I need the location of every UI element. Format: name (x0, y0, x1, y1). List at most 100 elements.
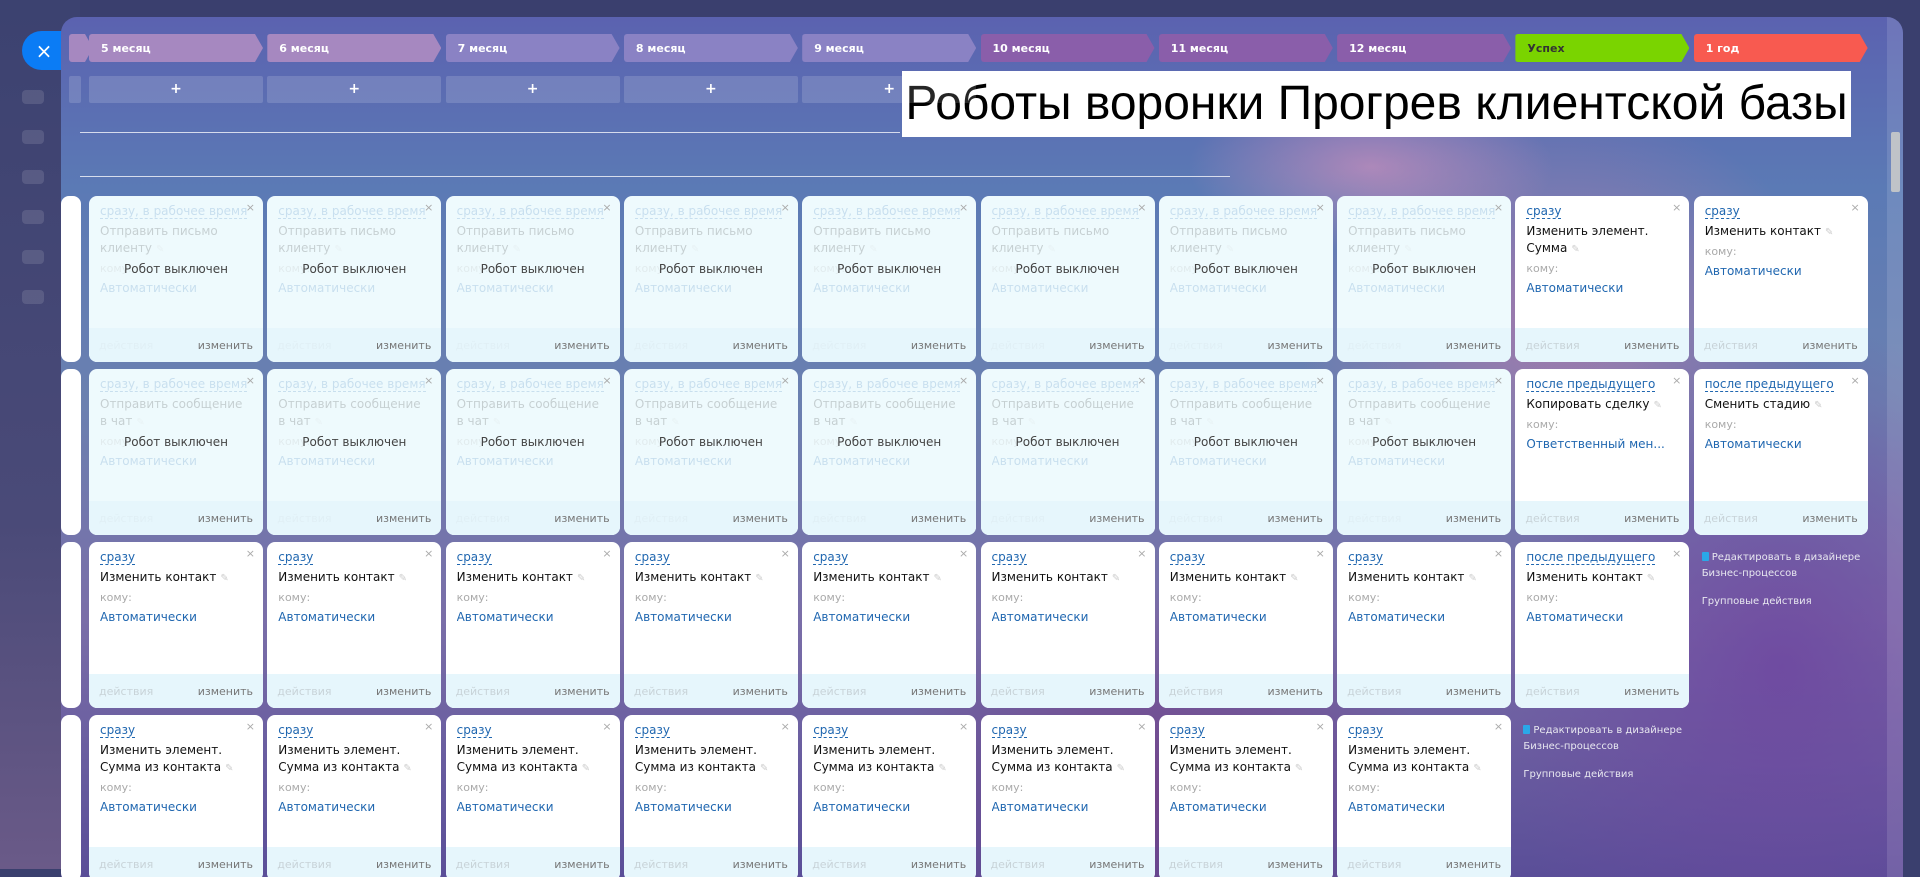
robot-actions-link[interactable]: действия (1169, 512, 1223, 525)
delete-robot-icon[interactable]: × (1494, 720, 1503, 733)
robot-edit-link[interactable]: изменить (1446, 512, 1501, 525)
robot-delay-link[interactable]: сразу, в рабочее время (991, 377, 1139, 392)
delete-robot-icon[interactable]: × (602, 720, 611, 733)
pencil-icon[interactable]: ✎ (1647, 573, 1655, 584)
robot-delay-link[interactable]: сразу (1169, 723, 1205, 738)
delete-robot-icon[interactable]: × (602, 201, 611, 214)
robot-delay-link[interactable]: сразу, в рабочее время (278, 377, 426, 392)
robot-delay-link[interactable]: сразу, в рабочее время (1348, 204, 1496, 219)
robot-card[interactable]: сразу Изменить элемент. Сумма из контакта… (267, 715, 442, 877)
add-robot-button[interactable]: + (89, 76, 263, 103)
robot-delay-link[interactable]: сразу (813, 723, 849, 738)
add-robot-partial[interactable] (69, 76, 81, 103)
robot-to-value[interactable]: Автоматически (278, 454, 430, 468)
robot-edit-link[interactable]: изменить (1624, 512, 1679, 525)
robot-actions-link[interactable]: действия (991, 512, 1045, 525)
robot-actions-link[interactable]: действия (456, 685, 510, 698)
robot-to-value[interactable]: Автоматически (457, 800, 609, 814)
pencil-icon[interactable]: ✎ (1814, 400, 1822, 411)
robot-card-disabled[interactable]: сразу, в рабочее время Отправить письмо к… (1337, 196, 1512, 362)
robot-actions-link[interactable]: действия (277, 512, 331, 525)
robot-delay-link[interactable]: сразу (634, 723, 670, 738)
pencil-icon[interactable]: ✎ (934, 573, 942, 584)
robot-delay-link[interactable]: сразу, в рабочее время (991, 204, 1139, 219)
robot-edit-link[interactable]: изменить (1802, 339, 1857, 352)
add-robot-button[interactable]: + (623, 76, 798, 103)
pencil-icon[interactable]: ✎ (691, 244, 699, 255)
robot-card-disabled[interactable]: сразу, в рабочее время Отправить сообщени… (980, 369, 1155, 535)
robot-edit-link[interactable]: изменить (554, 339, 609, 352)
pencil-icon[interactable]: ✎ (513, 244, 521, 255)
robot-to-value[interactable]: Автоматически (1170, 281, 1322, 295)
robot-card[interactable]: сразу Изменить элемент. Сумма из контакта… (89, 715, 263, 877)
robot-card[interactable]: сразу Изменить элемент. Сумма из контакта… (623, 715, 798, 877)
robot-edit-link[interactable]: изменить (198, 339, 253, 352)
robot-actions-link[interactable]: действия (991, 339, 1045, 352)
robot-delay-link[interactable]: сразу (1526, 204, 1562, 219)
pencil-icon[interactable]: ✎ (1117, 763, 1125, 774)
robot-delay-link[interactable]: сразу, в рабочее время (1169, 204, 1318, 219)
pencil-icon[interactable]: ✎ (1028, 417, 1036, 428)
delete-robot-icon[interactable]: × (1672, 374, 1681, 387)
delete-robot-icon[interactable]: × (1672, 201, 1681, 214)
delete-robot-icon[interactable]: × (246, 547, 255, 560)
robot-delay-link[interactable]: сразу (1348, 550, 1384, 565)
pencil-icon[interactable]: ✎ (1653, 400, 1661, 411)
robot-delay-link[interactable]: сразу, в рабочее время (634, 377, 783, 392)
robot-to-value[interactable]: Автоматически (1170, 800, 1322, 814)
robot-actions-link[interactable]: действия (1347, 512, 1401, 525)
robot-to-value[interactable]: Автоматически (635, 610, 787, 624)
pencil-icon[interactable]: ✎ (1226, 244, 1234, 255)
robot-to-value[interactable]: Автоматически (278, 800, 430, 814)
robot-delay-link[interactable]: после предыдущего (1526, 550, 1656, 565)
delete-robot-icon[interactable]: × (246, 720, 255, 733)
robot-card[interactable]: после предыдущего Изменить контакт ✎ кому: А… (1515, 542, 1690, 708)
robot-actions-link[interactable]: действия (1347, 339, 1401, 352)
robot-edit-link[interactable]: изменить (554, 685, 609, 698)
delete-robot-icon[interactable]: × (781, 374, 790, 387)
delete-robot-icon[interactable]: × (959, 374, 968, 387)
pencil-icon[interactable]: ✎ (1048, 244, 1056, 255)
robot-card[interactable]: сразу Изменить контакт ✎ кому: Автоматически… (267, 542, 442, 708)
robot-actions-link[interactable]: действия (812, 685, 866, 698)
robot-card-disabled[interactable]: сразу, в рабочее время Отправить письмо к… (980, 196, 1155, 362)
robot-edit-link[interactable]: изменить (198, 512, 253, 525)
robot-card[interactable]: после предыдущего Сменить стадию ✎ кому: Авт… (1693, 369, 1868, 535)
robot-to-value[interactable]: Автоматически (278, 281, 430, 295)
robot-card[interactable]: сразу Изменить элемент. Сумма из контакта… (802, 715, 977, 877)
delete-robot-icon[interactable]: × (1494, 374, 1503, 387)
robot-edit-link[interactable]: изменить (1624, 685, 1679, 698)
robot-edit-link[interactable]: изменить (1446, 339, 1501, 352)
scrollbar-thumb[interactable] (1891, 132, 1900, 192)
pencil-icon[interactable]: ✎ (493, 417, 501, 428)
robot-to-value[interactable]: Автоматически (635, 281, 787, 295)
robot-delay-link[interactable]: сразу, в рабочее время (813, 377, 961, 392)
robot-delay-link[interactable]: сразу, в рабочее время (100, 204, 248, 219)
pencil-icon[interactable]: ✎ (1571, 244, 1579, 255)
robot-delay-link[interactable]: сразу, в рабочее время (456, 377, 604, 392)
robot-card[interactable]: после предыдущего Копировать сделку ✎ кому:… (1515, 369, 1690, 535)
robot-to-value[interactable]: Автоматически (457, 610, 609, 624)
robot-card-disabled[interactable]: сразу, в рабочее время Отправить письмо к… (267, 196, 442, 362)
robot-card-disabled[interactable]: сразу, в рабочее время Отправить сообщени… (623, 369, 798, 535)
robot-to-value[interactable]: Автоматически (278, 610, 430, 624)
delete-robot-icon[interactable]: × (1137, 720, 1146, 733)
robot-card[interactable]: сразу Изменить элемент. Сумма из контакта… (1337, 715, 1512, 877)
delete-robot-icon[interactable]: × (781, 201, 790, 214)
robot-edit-link[interactable]: изменить (733, 685, 788, 698)
robot-card-disabled[interactable]: сразу, в рабочее время Отправить сообщени… (802, 369, 977, 535)
robot-to-value[interactable]: Автоматически (100, 610, 252, 624)
robot-edit-link[interactable]: изменить (1089, 685, 1144, 698)
robot-to-value[interactable]: Автоматически (1170, 454, 1322, 468)
robot-edit-link[interactable]: изменить (1268, 685, 1323, 698)
robot-delay-link[interactable]: сразу (634, 550, 670, 565)
robot-to-value[interactable]: Автоматически (813, 800, 965, 814)
robot-delay-link[interactable]: сразу (991, 723, 1027, 738)
robot-delay-link[interactable]: после предыдущего (1526, 377, 1656, 392)
pencil-icon[interactable]: ✎ (1295, 763, 1303, 774)
delete-robot-icon[interactable]: × (424, 720, 433, 733)
robot-card[interactable]: сразу Изменить контакт ✎ кому: Автоматически… (1337, 542, 1512, 708)
robot-delay-link[interactable]: сразу (100, 550, 136, 565)
robot-delay-link[interactable]: сразу (456, 550, 492, 565)
robot-edit-link[interactable]: изменить (1268, 512, 1323, 525)
